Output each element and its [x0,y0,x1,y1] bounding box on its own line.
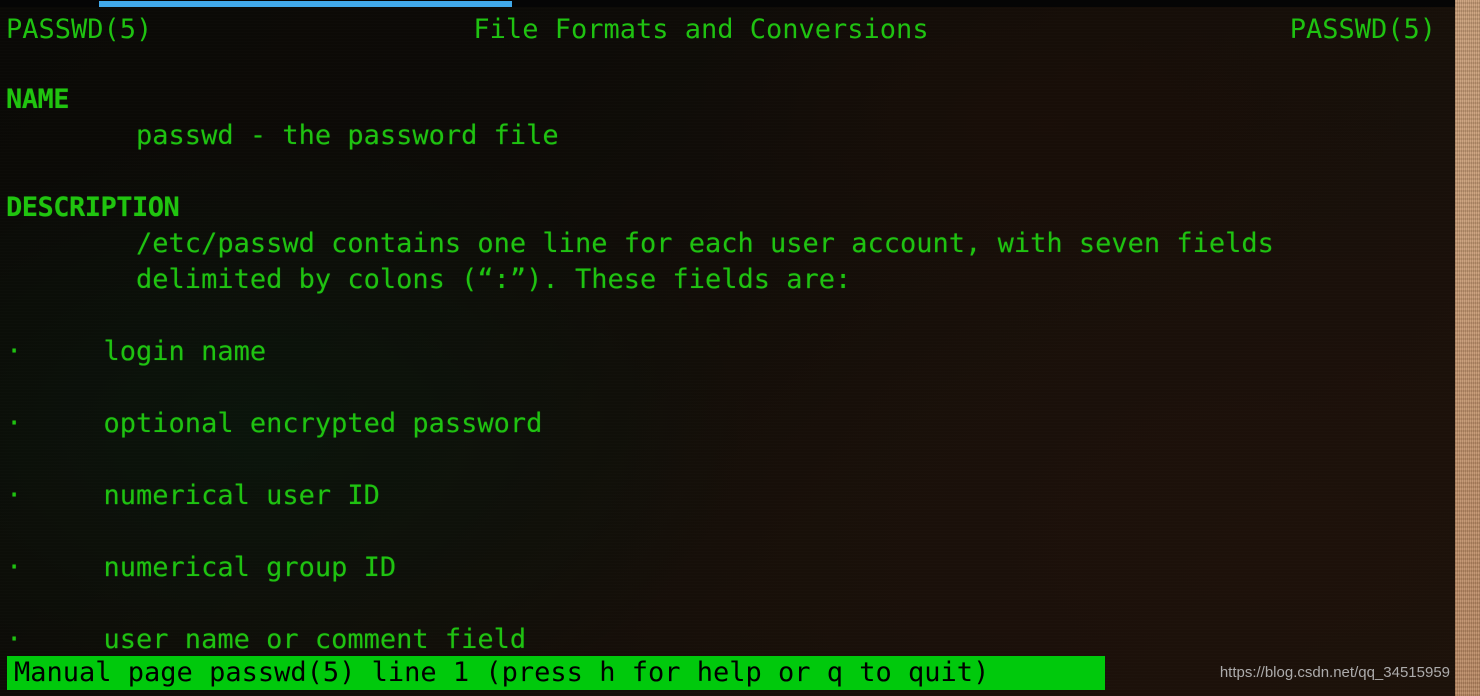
screenshot-root: PASSWD(5) File Formats and Conversions P… [0,0,1480,696]
man-header-center: File Formats and Conversions [473,14,929,45]
csdn-watermark: https://blog.csdn.net/qq_34515959 [1219,664,1450,681]
bullet-item-group-id: · numerical group ID [6,552,397,583]
man-header-right: PASSWD(5) [1289,14,1436,45]
man-page-content: PASSWD(5) File Formats and Conversions P… [0,0,1455,696]
man-header-left: PASSWD(5) [6,14,153,45]
section-heading-description: DESCRIPTION [6,192,180,223]
bullet-item-user-id: · numerical user ID [6,480,380,511]
bullet-item-login-name: · login name [6,336,267,367]
man-page-header-row: PASSWD(5) File Formats and Conversions P… [6,12,1436,48]
name-section-line-1: passwd - the password file [6,120,559,151]
description-line-1: /etc/passwd contains one line for each u… [6,228,1274,259]
description-line-2: delimited by colons (“:”). These fields … [6,264,852,295]
desktop-wallpaper-strip [1455,0,1480,696]
bullet-item-comment-field: · user name or comment field [6,624,527,655]
terminal-window[interactable]: PASSWD(5) File Formats and Conversions P… [0,0,1455,696]
less-status-bar[interactable]: Manual page passwd(5) line 1 (press h fo… [7,656,1105,690]
blue-progress-bar [99,1,512,7]
bullet-item-encrypted-password: · optional encrypted password [6,408,543,439]
section-heading-name: NAME [6,84,70,115]
